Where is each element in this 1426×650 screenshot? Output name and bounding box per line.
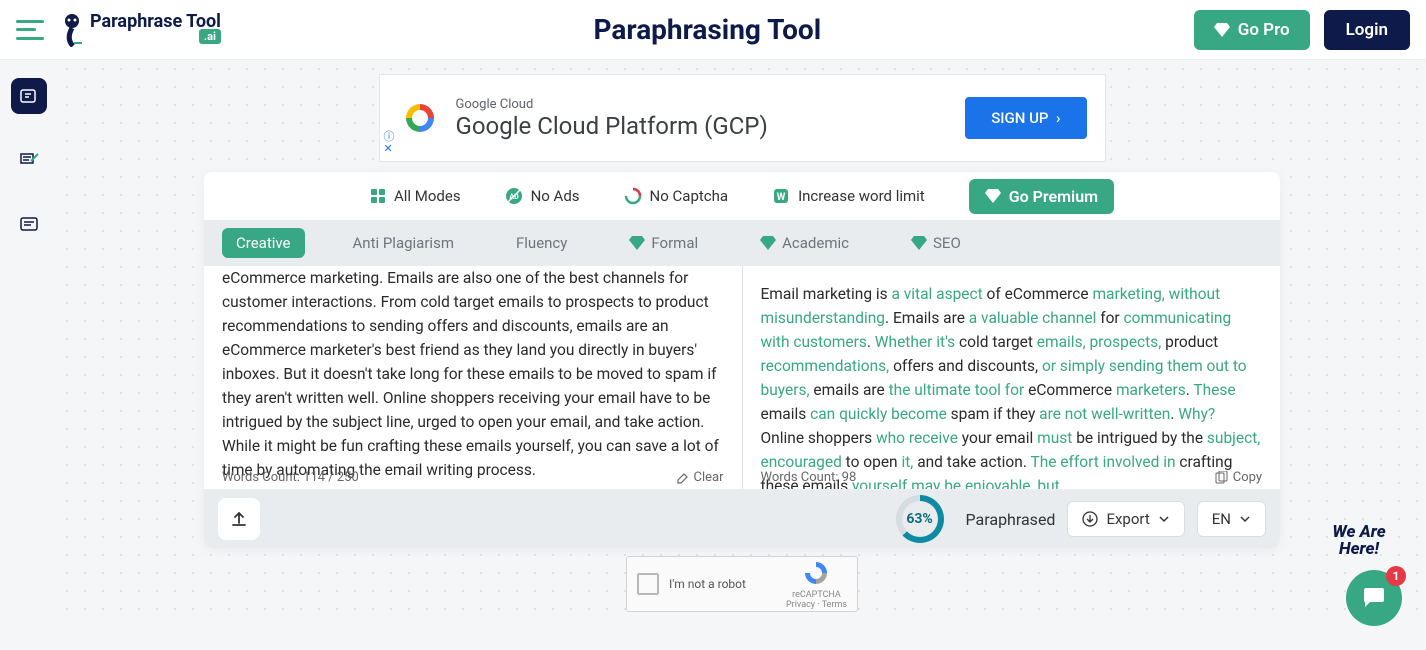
- notification-badge: 1: [1386, 566, 1406, 586]
- help-text: We Are Here!: [1316, 524, 1402, 558]
- download-icon: [1082, 511, 1098, 527]
- output-text: Email marketing is a vital aspect of eCo…: [761, 266, 1263, 489]
- feature-no-ads: ADNo Ads: [505, 187, 580, 205]
- clear-button[interactable]: Clear: [675, 470, 724, 485]
- captcha-checkbox[interactable]: [637, 573, 659, 595]
- input-word-count: Words Count: 114 / 250: [222, 470, 359, 485]
- chat-icon: [1360, 584, 1388, 612]
- logo[interactable]: Paraphrase Tool .ai: [58, 13, 221, 47]
- diamond-icon: [760, 236, 776, 250]
- eraser-icon: [675, 471, 689, 485]
- chevron-down-icon: [1239, 513, 1251, 525]
- tab-creative[interactable]: Creative: [222, 228, 305, 258]
- premium-features-row: All Modes ADNo Ads No Captcha WIncrease …: [204, 172, 1280, 220]
- header: Paraphrase Tool .ai Paraphrasing Tool Go…: [0, 0, 1426, 60]
- ad-close-icon[interactable]: ✕: [384, 143, 393, 154]
- ad-subtitle: Google Cloud: [456, 97, 966, 112]
- recaptcha[interactable]: I'm not a robot reCAPTCHA Privacy · Term…: [626, 556, 858, 612]
- header-buttons: Go Pro Login: [1194, 10, 1410, 50]
- input-text[interactable]: eCommerce marketing. Emails are also one…: [222, 266, 724, 482]
- language-button[interactable]: EN: [1197, 501, 1266, 537]
- sidebar-item-paraphrase[interactable]: [11, 78, 47, 114]
- captcha-label: I'm not a robot: [669, 577, 746, 591]
- diamond-icon: [629, 236, 645, 250]
- ad-title: Google Cloud Platform (GCP): [456, 112, 966, 140]
- help-widget: We Are Here! 1: [1346, 570, 1402, 626]
- ad-signup-button[interactable]: SIGN UP ›: [965, 97, 1086, 139]
- chat-button[interactable]: 1: [1346, 570, 1402, 626]
- copy-icon: [1214, 471, 1228, 485]
- page-title: Paraphrasing Tool: [221, 13, 1194, 46]
- no-ads-icon: AD: [505, 187, 523, 205]
- tool-card: All Modes ADNo Ads No Captcha WIncrease …: [204, 172, 1280, 548]
- mode-tabs: Creative Anti Plagiarism Fluency Formal …: [204, 220, 1280, 266]
- bottom-toolbar: 63% Paraphrased Export EN: [204, 490, 1280, 548]
- paraphrased-label: Paraphrased: [966, 510, 1056, 529]
- copy-button[interactable]: Copy: [1214, 470, 1262, 485]
- go-premium-button[interactable]: Go Premium: [969, 179, 1114, 214]
- export-button[interactable]: Export: [1067, 501, 1184, 537]
- output-word-count: Words Count: 98: [761, 470, 857, 485]
- hamburger-icon[interactable]: [16, 20, 44, 40]
- sidebar-item-summarize[interactable]: [11, 206, 47, 242]
- paraphrase-percent: 63%: [896, 495, 944, 543]
- feature-no-captcha: No Captcha: [624, 187, 729, 205]
- word-limit-icon: W: [772, 187, 790, 205]
- tab-fluency[interactable]: Fluency: [502, 228, 581, 258]
- feature-all-modes: All Modes: [370, 187, 461, 205]
- logo-badge: .ai: [199, 29, 221, 44]
- ad-info-icon[interactable]: ⓘ: [384, 131, 395, 142]
- main-content: Google Cloud Google Cloud Platform (GCP)…: [58, 60, 1426, 612]
- upload-icon: [229, 509, 249, 529]
- svg-text:W: W: [777, 192, 786, 203]
- ad-banner[interactable]: Google Cloud Google Cloud Platform (GCP)…: [379, 74, 1106, 162]
- google-cloud-icon: [398, 96, 442, 140]
- logo-text: Paraphrase Tool: [90, 13, 221, 32]
- chevron-down-icon: [1158, 513, 1170, 525]
- grid-icon: [370, 188, 386, 204]
- recaptcha-icon: [802, 559, 830, 587]
- output-pane: Email marketing is a vital aspect of eCo…: [743, 266, 1281, 489]
- tab-anti-plagiarism[interactable]: Anti Plagiarism: [339, 228, 468, 258]
- sidebar: [0, 60, 58, 612]
- tab-academic[interactable]: Academic: [746, 228, 863, 258]
- input-pane[interactable]: eCommerce marketing. Emails are also one…: [204, 266, 743, 489]
- tab-formal[interactable]: Formal: [615, 228, 712, 258]
- upload-button[interactable]: [218, 498, 260, 540]
- feature-word-limit: WIncrease word limit: [772, 187, 925, 205]
- login-button[interactable]: Login: [1324, 10, 1410, 50]
- diamond-icon: [911, 236, 927, 250]
- refresh-icon: [624, 187, 642, 205]
- sidebar-item-grammar[interactable]: [11, 142, 47, 178]
- diamond-icon: [985, 189, 1001, 203]
- go-pro-button[interactable]: Go Pro: [1194, 10, 1310, 50]
- tab-seo[interactable]: SEO: [897, 228, 975, 258]
- editor-panes: eCommerce marketing. Emails are also one…: [204, 266, 1280, 490]
